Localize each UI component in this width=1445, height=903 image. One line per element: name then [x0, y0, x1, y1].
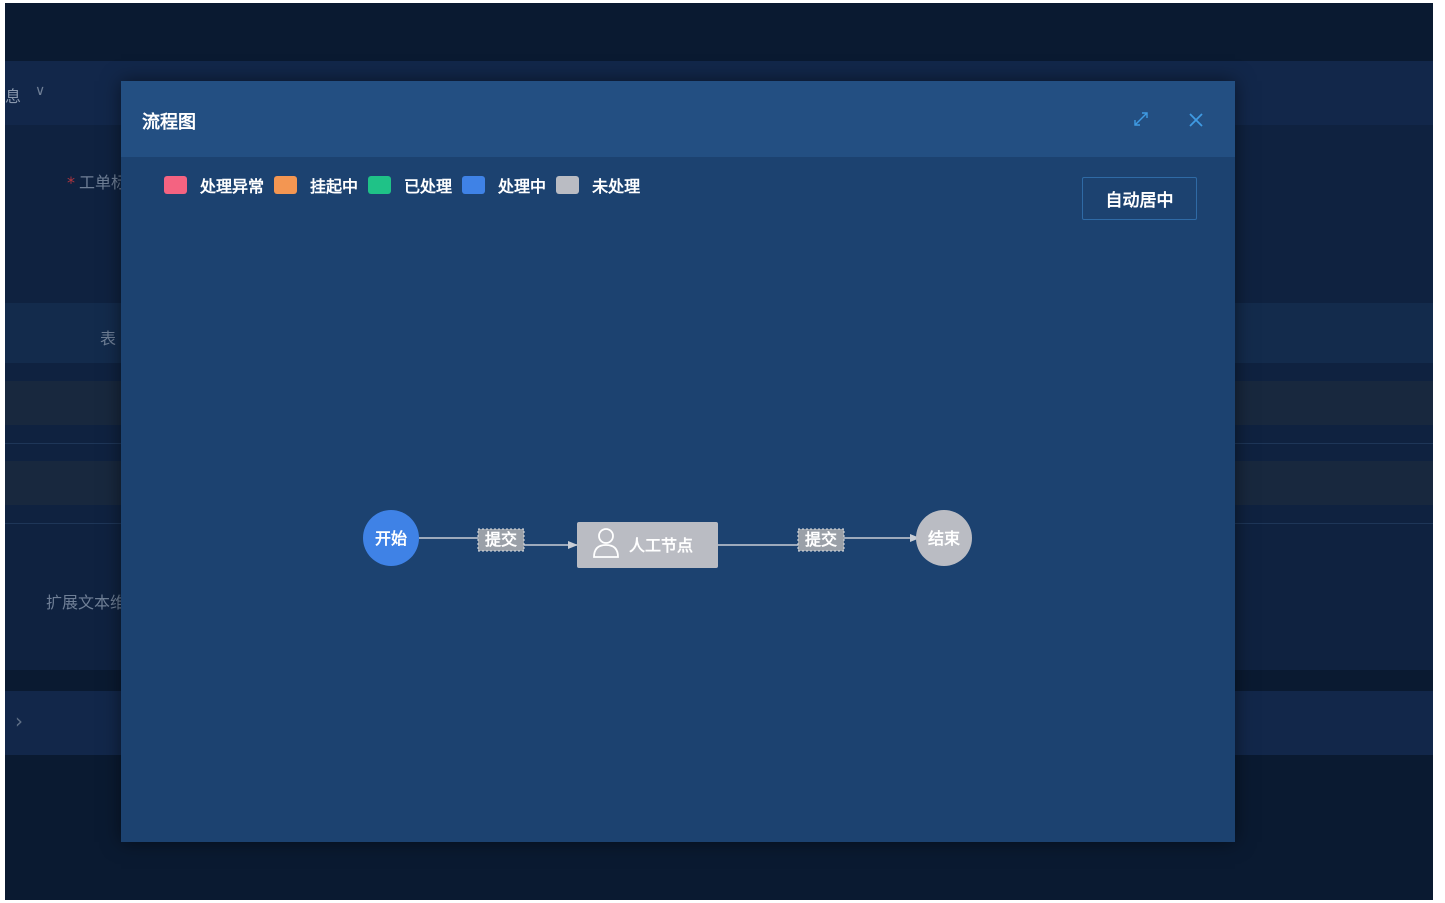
task-node[interactable]: 人工节点 — [577, 522, 718, 568]
app-background: 息 ∨ * 工单标 表 扩展文本维 › 流程图 处理异常 挂起中 已处理 处理中… — [5, 3, 1433, 900]
bg-ticket-text: 工单标 — [79, 173, 128, 192]
bg-ext-label: 扩展文本维 — [46, 593, 127, 612]
flowchart-dialog: 流程图 处理异常 挂起中 已处理 处理中 未处理 自动居中 提交 提交 开始 人… — [121, 81, 1235, 842]
flow-diagram[interactable]: 提交 提交 开始 人工节点 结束 — [121, 81, 1235, 842]
bg-ticket-label: * 工单标 — [67, 169, 127, 193]
task-node-label: 人工节点 — [629, 536, 693, 555]
bg-table-label: 表 — [100, 329, 117, 348]
end-node-label: 结束 — [927, 529, 961, 548]
bg-section-title: 息 — [5, 87, 22, 106]
start-node[interactable]: 开始 — [363, 510, 419, 566]
chevron-down-icon: ∨ — [35, 83, 46, 99]
chevron-right-icon: › — [15, 709, 23, 733]
required-asterisk: * — [67, 173, 75, 192]
start-node-label: 开始 — [375, 529, 407, 548]
edge-label: 提交 — [485, 530, 517, 549]
edge-label: 提交 — [805, 530, 837, 549]
end-node[interactable]: 结束 — [916, 510, 972, 566]
